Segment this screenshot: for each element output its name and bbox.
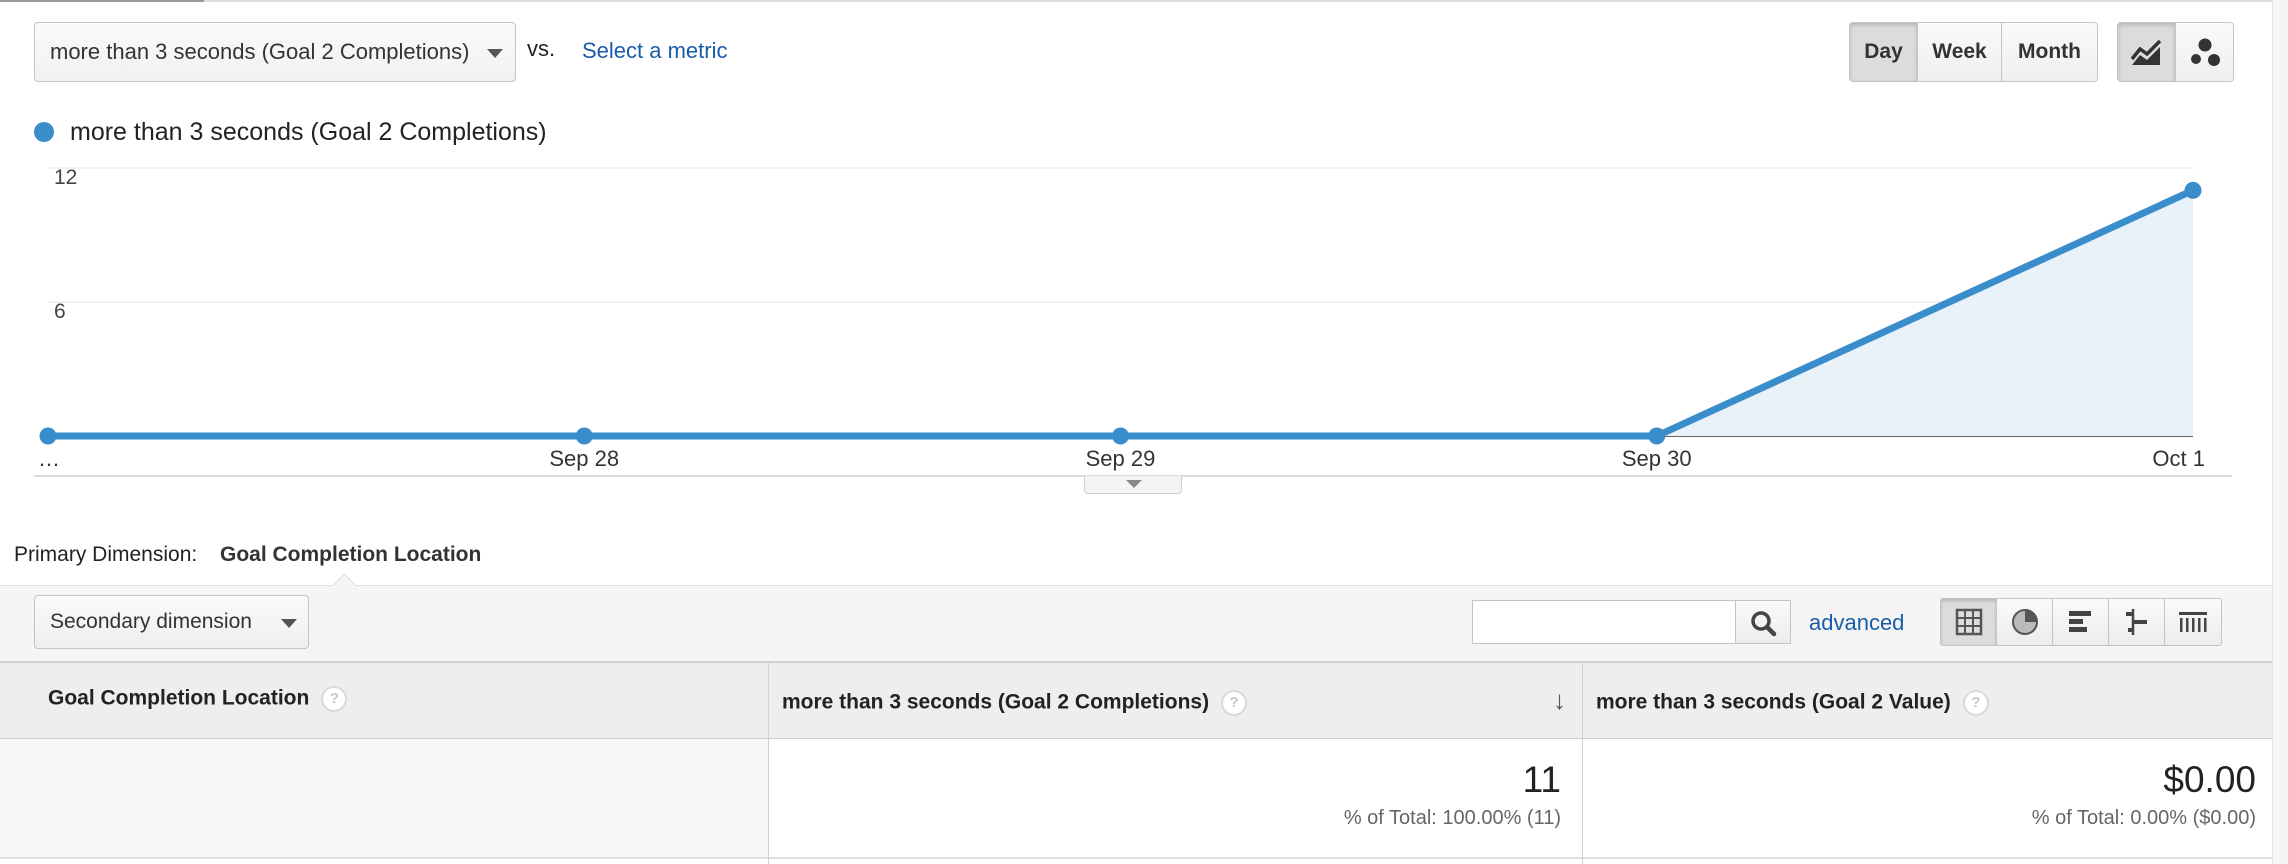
search-button[interactable] bbox=[1735, 600, 1791, 644]
column-divider bbox=[768, 661, 769, 864]
top-divider bbox=[0, 0, 2272, 2]
data-point bbox=[1112, 427, 1129, 445]
total-value: $0.00 bbox=[2163, 759, 2256, 800]
month-button[interactable]: Month bbox=[2002, 23, 2097, 81]
top-tab-underline bbox=[0, 0, 204, 2]
chart-type-toggle bbox=[2117, 22, 2234, 82]
metric-select-label: more than 3 seconds (Goal 2 Completions) bbox=[50, 39, 470, 64]
primary-dimension-goal-completion-location[interactable]: Goal Completion Location bbox=[220, 543, 481, 567]
x-tick-label: Sep 29 bbox=[1086, 446, 1156, 471]
data-point bbox=[2184, 181, 2202, 199]
pivot-view-button[interactable] bbox=[2165, 599, 2221, 645]
table-view-button[interactable] bbox=[1941, 599, 1997, 645]
total-completions-percent: % of Total: 100.00% (11) bbox=[1343, 807, 1561, 829]
performance-view-button[interactable] bbox=[2053, 599, 2109, 645]
legend-dot bbox=[34, 122, 54, 142]
x-tick-label: … bbox=[38, 446, 60, 471]
comparison-view-button[interactable] bbox=[2109, 599, 2165, 645]
motion-chart-icon bbox=[2190, 38, 2220, 66]
line-chart-button[interactable] bbox=[2118, 23, 2176, 81]
column-header-goal-2-value[interactable]: more than 3 seconds (Goal 2 Value)? bbox=[1596, 690, 1989, 766]
y-tick-label: 6 bbox=[54, 300, 66, 323]
search-icon bbox=[1751, 611, 1777, 637]
interval-toggle: Day Week Month bbox=[1849, 22, 2098, 82]
x-tick-label: Sep 28 bbox=[549, 446, 619, 471]
table-view-icon bbox=[1955, 608, 1982, 636]
row-divider bbox=[0, 857, 2272, 859]
line-chart-icon bbox=[2130, 39, 2161, 65]
advanced-link[interactable]: advanced bbox=[1809, 610, 1904, 636]
pie-view-button[interactable] bbox=[1997, 599, 2053, 645]
chevron-down-icon bbox=[1126, 480, 1142, 488]
metric-select[interactable]: more than 3 seconds (Goal 2 Completions) bbox=[34, 22, 516, 82]
column-divider bbox=[1582, 661, 1583, 864]
table-toolbar bbox=[0, 585, 2272, 662]
x-tick-label: Sep 30 bbox=[1622, 446, 1692, 471]
column-header-label: Goal Completion Location bbox=[48, 686, 310, 710]
table-view-toggle bbox=[1940, 598, 2222, 646]
data-table: Goal Completion Location? more than 3 se… bbox=[0, 661, 2272, 864]
y-tick-label: 12 bbox=[54, 166, 77, 189]
secondary-dimension-label: Secondary dimension bbox=[50, 610, 252, 633]
total-value-percent: % of Total: 0.00% ($0.00) bbox=[2031, 807, 2256, 829]
chevron-down-icon bbox=[281, 619, 297, 628]
data-point bbox=[1648, 427, 1666, 445]
help-icon[interactable]: ? bbox=[321, 686, 348, 712]
column-header-goal-2-completions[interactable]: more than 3 seconds (Goal 2 Completions)… bbox=[782, 690, 1248, 766]
vs-label: vs. bbox=[527, 36, 556, 61]
table-search-input[interactable] bbox=[1472, 600, 1736, 644]
sort-descending-icon[interactable]: ↓ bbox=[1553, 685, 1566, 716]
chevron-down-icon bbox=[487, 49, 503, 58]
pivot-view-icon bbox=[2179, 612, 2207, 632]
secondary-dimension-select[interactable]: Secondary dimension bbox=[34, 595, 309, 649]
scrollbar-track[interactable] bbox=[2272, 0, 2288, 864]
select-metric-link[interactable]: Select a metric bbox=[582, 38, 728, 64]
performance-view-icon bbox=[2068, 611, 2091, 632]
primary-dimension-label: Primary Dimension: bbox=[14, 543, 198, 566]
series-area bbox=[48, 190, 2193, 436]
column-header-label: more than 3 seconds (Goal 2 Completions) bbox=[782, 690, 1210, 714]
chart-collapse-toggle[interactable] bbox=[1084, 476, 1182, 494]
comparison-view-icon bbox=[2125, 609, 2147, 635]
line-chart: 6 12 … Sep 28 Sep 29 Sep 30 Oct 1 bbox=[34, 166, 2232, 477]
total-completions: 11 bbox=[1522, 759, 1561, 800]
help-icon[interactable]: ? bbox=[1221, 690, 1248, 716]
x-tick-label: Oct 1 bbox=[2152, 446, 2205, 471]
pie-view-icon bbox=[2011, 609, 2038, 635]
column-header-label: more than 3 seconds (Goal 2 Value) bbox=[1596, 690, 1951, 714]
motion-chart-button[interactable] bbox=[2176, 23, 2233, 81]
data-point bbox=[575, 427, 593, 445]
legend-label: more than 3 seconds (Goal 2 Completions) bbox=[70, 118, 547, 146]
data-point bbox=[39, 427, 57, 445]
day-button[interactable]: Day bbox=[1850, 23, 1918, 81]
help-icon[interactable]: ? bbox=[1962, 690, 1989, 716]
column-header-goal-completion-location[interactable]: Goal Completion Location? bbox=[48, 686, 348, 762]
week-button[interactable]: Week bbox=[1918, 23, 2002, 81]
